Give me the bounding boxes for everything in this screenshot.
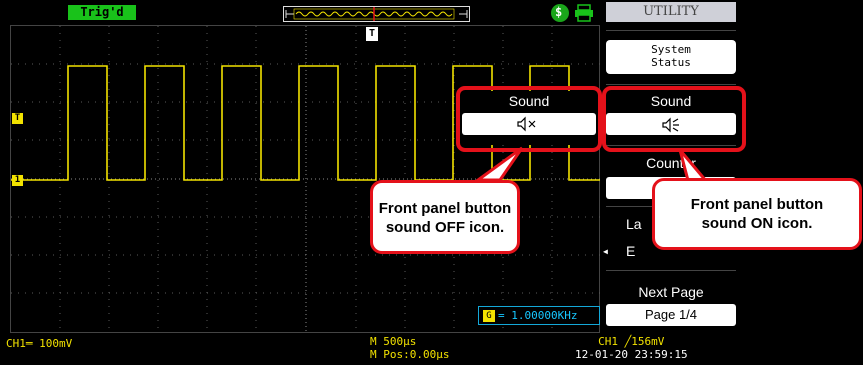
callout-sound-off: Front panel button sound OFF icon. xyxy=(370,180,520,254)
oscilloscope-display: Trig'd $ T T 1 G = 1.00000KHz CH1═ 100mV… xyxy=(0,0,863,365)
callout-sound-on: Front panel button sound ON icon. xyxy=(652,178,862,250)
callout-on-line1: Front panel button xyxy=(690,196,824,213)
callout-off-line1: Front panel button xyxy=(378,200,512,217)
callout-on-line2: sound ON icon. xyxy=(701,215,813,232)
callout-off-line2: sound OFF icon. xyxy=(385,219,505,236)
